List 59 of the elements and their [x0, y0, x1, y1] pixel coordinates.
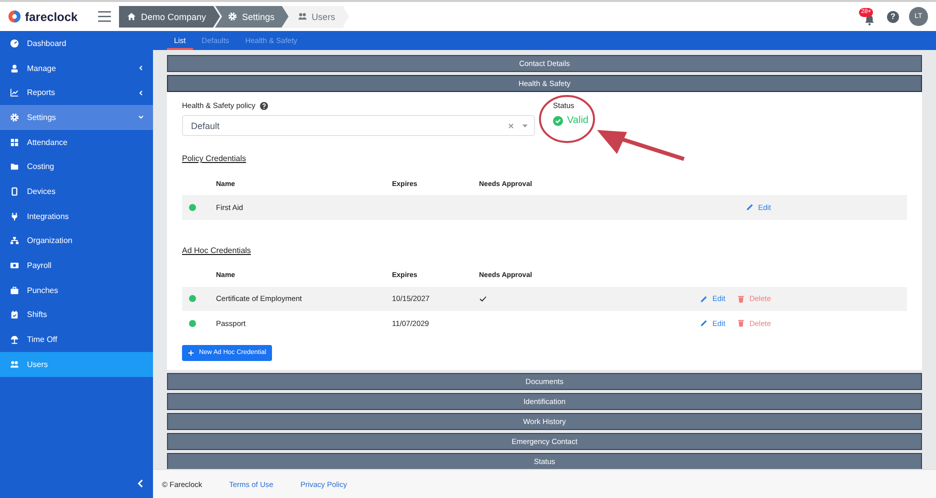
chart-icon — [10, 88, 19, 98]
folder-icon — [10, 162, 19, 172]
sidebar-item[interactable]: Attendance — [0, 130, 153, 154]
logo-text: fareclock — [25, 10, 78, 24]
status-dot — [189, 295, 196, 302]
collapse-icon[interactable] — [137, 479, 144, 488]
logo-icon — [8, 10, 21, 23]
sidebar-item[interactable]: Reports — [0, 80, 153, 106]
section-title: Ad Hoc Credentials — [182, 246, 251, 254]
person-icon — [10, 64, 19, 73]
sidebar-item[interactable]: Manage — [0, 56, 153, 80]
highlight-circle — [539, 95, 595, 143]
pencil-icon — [700, 294, 708, 303]
status-text: Valid — [567, 115, 588, 126]
help-icon — [260, 102, 268, 110]
section-title: Policy Credentials — [182, 154, 246, 163]
status-dot — [189, 204, 196, 211]
sidebar-item[interactable]: Integrations — [0, 204, 153, 228]
sidebar-item[interactable]: Dashboard — [0, 31, 153, 56]
clear-icon[interactable] — [508, 122, 514, 128]
gear-icon — [228, 12, 238, 21]
grid-icon — [10, 138, 19, 147]
chevron-icon — [138, 65, 144, 72]
policy-select[interactable]: Default — [182, 115, 535, 136]
briefcase-icon — [10, 286, 19, 295]
sidebar-item[interactable]: Costing — [0, 154, 153, 180]
check-circle-icon — [553, 116, 563, 126]
umbrella-icon — [10, 335, 19, 344]
calendar-icon — [10, 310, 19, 320]
chevron-icon — [138, 114, 144, 120]
hierarchy-icon — [10, 236, 19, 246]
sidebar-item[interactable]: Shifts — [0, 302, 153, 328]
breadcrumb-link[interactable]: Demo Company — [119, 6, 220, 28]
breadcrumb-link[interactable]: Settings — [215, 6, 289, 28]
menu-icon[interactable] — [98, 11, 111, 22]
plus-icon — [188, 350, 194, 356]
users-icon — [10, 360, 19, 369]
pencil-icon — [746, 203, 754, 212]
caret-icon[interactable] — [522, 124, 528, 128]
gauge-icon — [10, 38, 19, 48]
phone-icon — [10, 186, 19, 196]
trash-icon — [737, 319, 746, 328]
help-button[interactable]: ? — [887, 10, 899, 22]
plug-icon — [10, 212, 19, 221]
trash-icon — [737, 294, 746, 303]
sidebar-item[interactable]: Punches — [0, 278, 153, 303]
sidebar-item[interactable]: Users — [0, 352, 153, 377]
sidebar-item[interactable]: Payroll — [0, 253, 153, 278]
users-icon — [298, 12, 307, 21]
sidebar-item[interactable]: Devices — [0, 179, 153, 204]
sidebar-item[interactable]: Time Off — [0, 327, 153, 352]
home-icon — [127, 12, 136, 21]
banknote-icon — [10, 261, 19, 270]
pencil-icon — [700, 319, 708, 328]
status-dot — [189, 320, 196, 327]
sidebar-item[interactable]: Settings — [0, 105, 153, 130]
gear-icon — [10, 112, 19, 122]
chevron-icon — [138, 90, 144, 96]
sidebar-item[interactable]: Organization — [0, 228, 153, 254]
